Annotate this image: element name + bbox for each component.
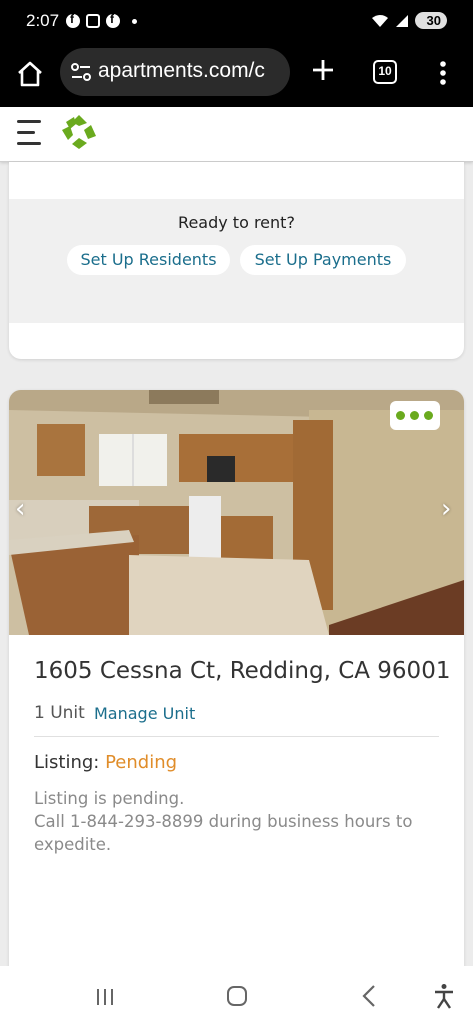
recent-apps-icon[interactable] [95, 988, 115, 1006]
back-icon[interactable] [362, 984, 376, 1008]
wifi-icon [371, 14, 388, 27]
set-up-payments-button[interactable]: Set Up Payments [240, 245, 406, 275]
home-nav-icon[interactable] [227, 986, 247, 1006]
site-settings-icon[interactable] [70, 61, 92, 83]
next-photo-arrow-icon[interactable]: › [441, 494, 451, 524]
ready-to-rent-text: Ready to rent? [178, 213, 295, 232]
new-tab-icon[interactable] [310, 57, 336, 83]
pending-line-1: Listing is pending. [34, 789, 185, 808]
status-system-icons: 30 [371, 12, 447, 29]
status-bar: 2:07 30 [0, 0, 473, 44]
prev-photo-arrow-icon[interactable]: ‹ [15, 494, 25, 524]
more-options-button[interactable] [390, 401, 440, 430]
url-text: apartments.com/c [98, 59, 265, 82]
ready-to-rent-panel: Ready to rent? Set Up Residents Set Up P… [9, 199, 464, 323]
divider [34, 736, 439, 737]
more-menu-icon[interactable] [436, 59, 450, 87]
setup-card: Ready to rent? Set Up Residents Set Up P… [9, 162, 464, 359]
tab-switcher-button[interactable]: 10 [373, 60, 397, 84]
screenshot-icon [86, 14, 100, 28]
status-notification-icons [66, 12, 137, 28]
browser-toolbar: apartments.com/c 10 [0, 44, 473, 107]
battery-icon: 30 [414, 12, 447, 29]
signal-icon [395, 14, 408, 27]
status-time: 2:07 [26, 11, 60, 30]
listing-status-line: Listing: Pending [34, 752, 177, 773]
pending-message: Listing is pending. Call 1-844-293-8899 … [34, 787, 449, 856]
facebook-icon [66, 12, 80, 28]
listing-label: Listing: [34, 752, 106, 773]
set-up-residents-button[interactable]: Set Up Residents [67, 245, 230, 275]
unit-count: 1 Unit [34, 703, 85, 723]
site-header [0, 107, 473, 162]
pending-line-2: Call 1-844-293-8899 during business hour… [34, 812, 413, 854]
property-photo[interactable]: ‹ › [9, 390, 464, 635]
home-icon[interactable] [16, 60, 44, 88]
listing-status-badge: Pending [105, 752, 178, 773]
apartments-logo[interactable] [60, 113, 98, 151]
accessibility-icon[interactable] [433, 983, 455, 1009]
property-address[interactable]: 1605 Cessna Ct, Redding, CA 96001 [34, 658, 450, 684]
notification-dot-icon [132, 18, 137, 24]
facebook-icon [106, 12, 120, 28]
manage-unit-link[interactable]: Manage Unit [94, 704, 195, 723]
url-bar[interactable]: apartments.com/c [60, 48, 290, 96]
property-card: ‹ › 1605 Cessna Ct, Redding, CA 96001 1 … [9, 390, 464, 970]
system-navigation-bar [0, 966, 473, 1024]
hamburger-menu-icon[interactable] [17, 120, 41, 146]
